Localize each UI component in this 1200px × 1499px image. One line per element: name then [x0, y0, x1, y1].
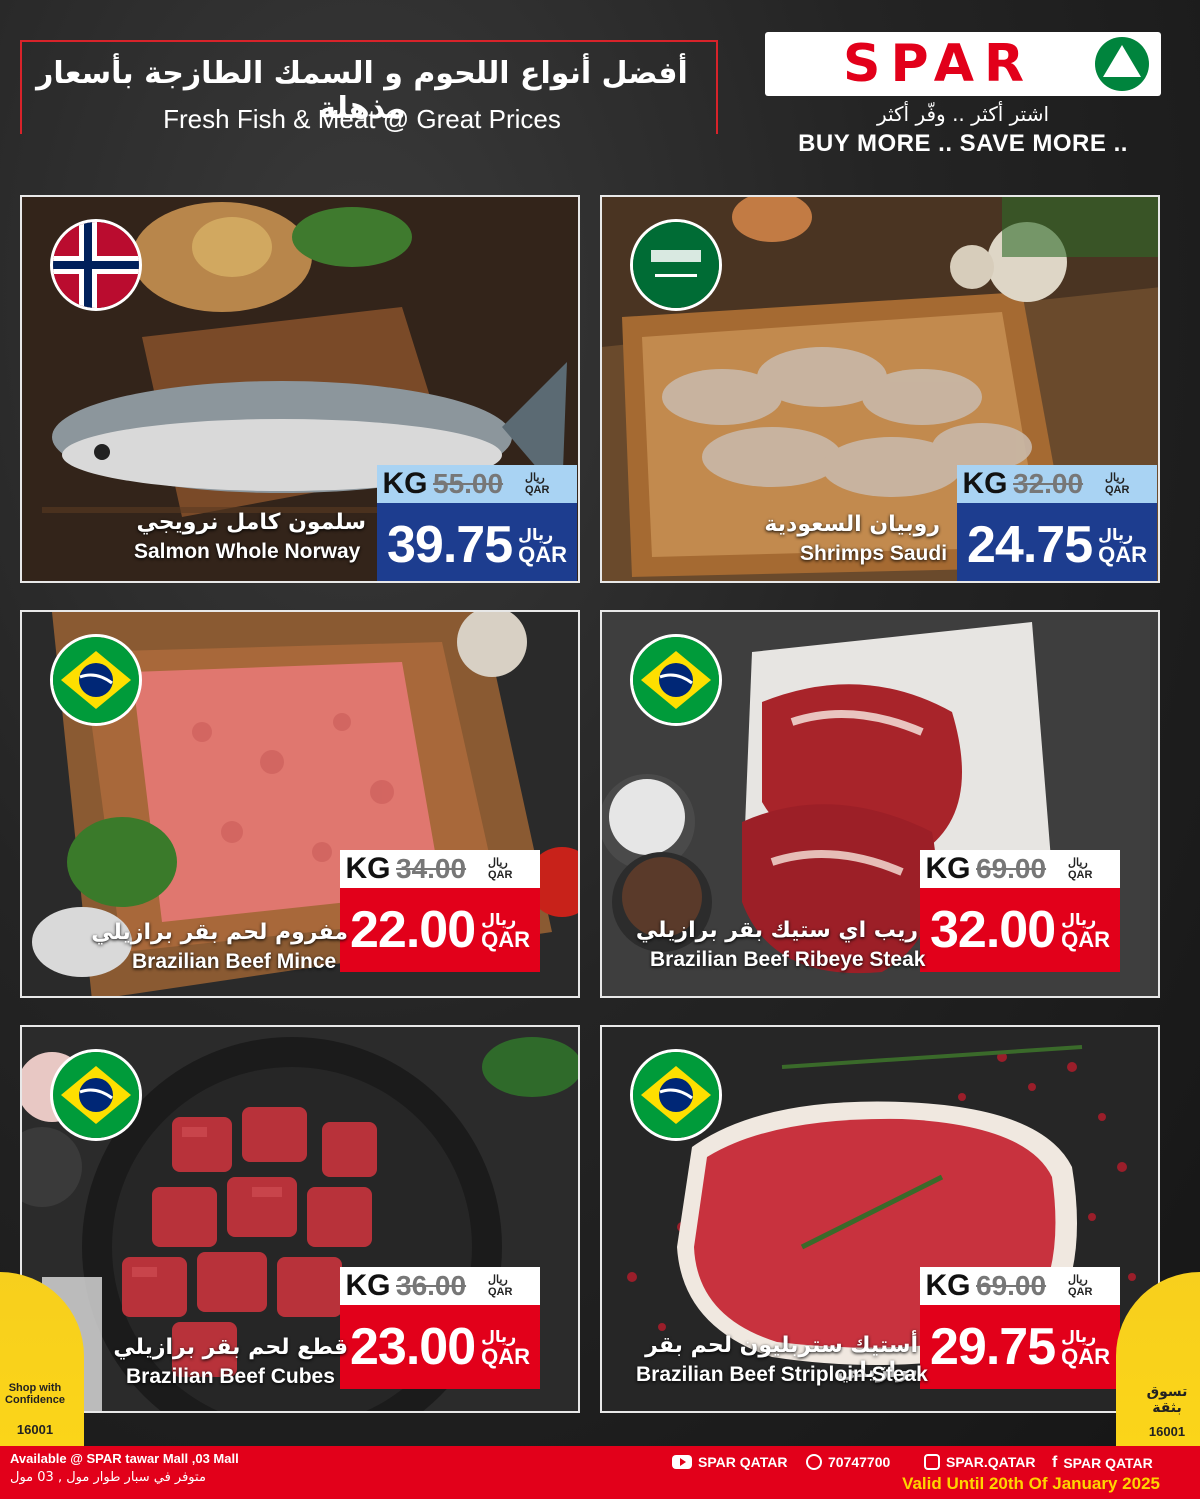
product-card-striploin-steak[interactable]: KG 69.00 ريال QAR 29.75 ريال QAR أستيك ستر…	[600, 1025, 1160, 1413]
badge-right-title: تسوق بثقة	[1146, 1384, 1188, 1416]
brazil-flag-icon	[50, 634, 142, 726]
product-name-arabic: ريب اي ستيك بقر برازيلي	[635, 918, 918, 943]
currency-en: QAR	[1061, 927, 1111, 952]
product-name-arabic: مفروم لحم بقر برازيلي	[91, 920, 348, 945]
spar-tree-icon	[1095, 37, 1149, 91]
new-price: 24.75	[966, 516, 1093, 574]
badge-left-number: 16001	[16, 1422, 54, 1437]
new-price: 39.75	[386, 516, 513, 574]
currency-en: QAR	[488, 1286, 513, 1298]
currency-en: QAR	[1068, 1286, 1093, 1298]
facebook-icon: f	[1052, 1454, 1058, 1471]
currency-en: QAR	[1105, 484, 1130, 496]
whatsapp-link[interactable]: 70747700	[806, 1454, 890, 1470]
currency-ar: ريال	[488, 857, 508, 869]
currency-ar: ريال	[525, 472, 545, 484]
currency-en: QAR	[518, 542, 568, 567]
old-price: 36.00	[396, 1270, 467, 1301]
currency-ar: ريال	[1105, 472, 1125, 484]
old-price: 69.00	[976, 853, 1047, 884]
currency-en: QAR	[1098, 542, 1148, 567]
currency-ar: ريال	[1068, 857, 1088, 869]
currency-ar: ريال	[488, 1274, 508, 1286]
product-name-english: Brazilian Beef Cubes	[126, 1365, 335, 1388]
spar-logo: SPAR	[765, 32, 1161, 96]
new-price: 32.00	[929, 901, 1056, 959]
product-name-english: Salmon Whole Norway	[134, 540, 361, 563]
product-name-arabic: قطع لحم بقر برازيلي	[113, 1335, 348, 1360]
old-price: 55.00	[433, 468, 504, 499]
currency-en: QAR	[488, 869, 513, 881]
offer-validity: Valid Until 20th Of January 2025	[902, 1474, 1160, 1493]
product-card-ribeye-steak[interactable]: KG 69.00 ريال QAR 32.00 ريال QAR ريب اي ست…	[600, 610, 1160, 998]
currency-en: QAR	[481, 1344, 531, 1369]
currency-en: QAR	[1061, 1344, 1111, 1369]
facebook-handle: SPAR QATAR	[1063, 1455, 1153, 1471]
currency-en: QAR	[525, 484, 550, 496]
saudi-flag-icon	[630, 219, 722, 311]
price-box: KG 36.00 ريال QAR 23.00 ريال QAR	[340, 1267, 540, 1389]
badge-right-number: 16001	[1148, 1424, 1186, 1439]
badge-left-title: Shop with Confidence	[5, 1382, 65, 1406]
youtube-label: SPAR QATAR	[698, 1454, 788, 1470]
header-title-english: Fresh Fish & Meat @ Great Prices	[163, 104, 561, 134]
old-price: 34.00	[396, 853, 467, 884]
product-name-english: Brazilian Beef Striploin Steak	[636, 1363, 928, 1386]
brazil-flag-icon	[50, 1049, 142, 1141]
old-price: 69.00	[976, 1270, 1047, 1301]
unit-label: KG	[925, 1269, 971, 1302]
unit-label: KG	[382, 467, 428, 500]
new-price: 23.00	[349, 1318, 476, 1376]
slogan-english: BUY MORE .. SAVE MORE ..	[798, 130, 1128, 157]
norway-flag-icon	[50, 219, 142, 311]
youtube-link[interactable]: SPAR QATAR	[672, 1454, 787, 1470]
price-box: KG 34.00 ريال QAR 22.00 ريال QAR	[340, 850, 540, 972]
unit-label: KG	[962, 467, 1008, 500]
old-price: 32.00	[1013, 468, 1084, 499]
whatsapp-number: 70747700	[828, 1454, 891, 1470]
product-name-english: Brazilian Beef Mince	[132, 950, 337, 973]
currency-ar: ريال	[1068, 1274, 1088, 1286]
spar-logo-text: SPAR	[843, 34, 1035, 94]
instagram-icon	[924, 1454, 940, 1470]
availability-arabic: متوفر في سبار طوار مول , 03 مول	[10, 1470, 206, 1485]
slogan-arabic: اشتر أكثر .. وفّر أكثر	[876, 102, 1050, 126]
product-name-arabic: سلمون كامل نرويجي	[136, 510, 366, 535]
brazil-flag-icon	[630, 634, 722, 726]
product-card-salmon[interactable]: KG 55.00 ريال QAR 39.75 ريال QAR سلمون كام…	[20, 195, 580, 583]
instagram-link[interactable]: SPAR.QATAR	[924, 1454, 1035, 1470]
currency-en: QAR	[481, 927, 531, 952]
facebook-link[interactable]: f SPAR QATAR	[1052, 1454, 1153, 1472]
product-name-english: Shrimps Saudi	[800, 542, 948, 565]
price-box: KG 55.00 ريال QAR 39.75 ريال QAR	[377, 465, 577, 581]
unit-label: KG	[345, 852, 391, 885]
unit-label: KG	[345, 1269, 391, 1302]
unit-label: KG	[925, 852, 971, 885]
product-name-arabic: روبيان السعودية	[764, 512, 940, 537]
instagram-handle: SPAR.QATAR	[946, 1454, 1036, 1470]
new-price: 22.00	[349, 901, 476, 959]
brazil-flag-icon	[630, 1049, 722, 1141]
whatsapp-icon	[806, 1454, 822, 1470]
price-box: KG 32.00 ريال QAR 24.75 ريال QAR	[957, 465, 1157, 581]
currency-en: QAR	[1068, 869, 1093, 881]
new-price: 29.75	[929, 1318, 1056, 1376]
product-card-beef-cubes[interactable]: KG 36.00 ريال QAR 23.00 ريال QAR قطع لحم ب…	[20, 1025, 580, 1413]
youtube-icon	[672, 1455, 692, 1469]
product-name-english: Brazilian Beef Ribeye Steak	[650, 948, 926, 971]
product-card-beef-mince[interactable]: KG 34.00 ريال QAR 22.00 ريال QAR مفروم لحم…	[20, 610, 580, 998]
product-card-shrimps[interactable]: KG 32.00 ريال QAR 24.75 ريال QAR روبيان ال…	[600, 195, 1160, 583]
price-box: KG 69.00 ريال QAR 32.00 ريال QAR	[920, 850, 1120, 972]
price-box: KG 69.00 ريال QAR 29.75 ريال QAR	[920, 1267, 1120, 1389]
availability-english: Available @ SPAR tawar Mall ,03 Mall	[10, 1451, 239, 1466]
